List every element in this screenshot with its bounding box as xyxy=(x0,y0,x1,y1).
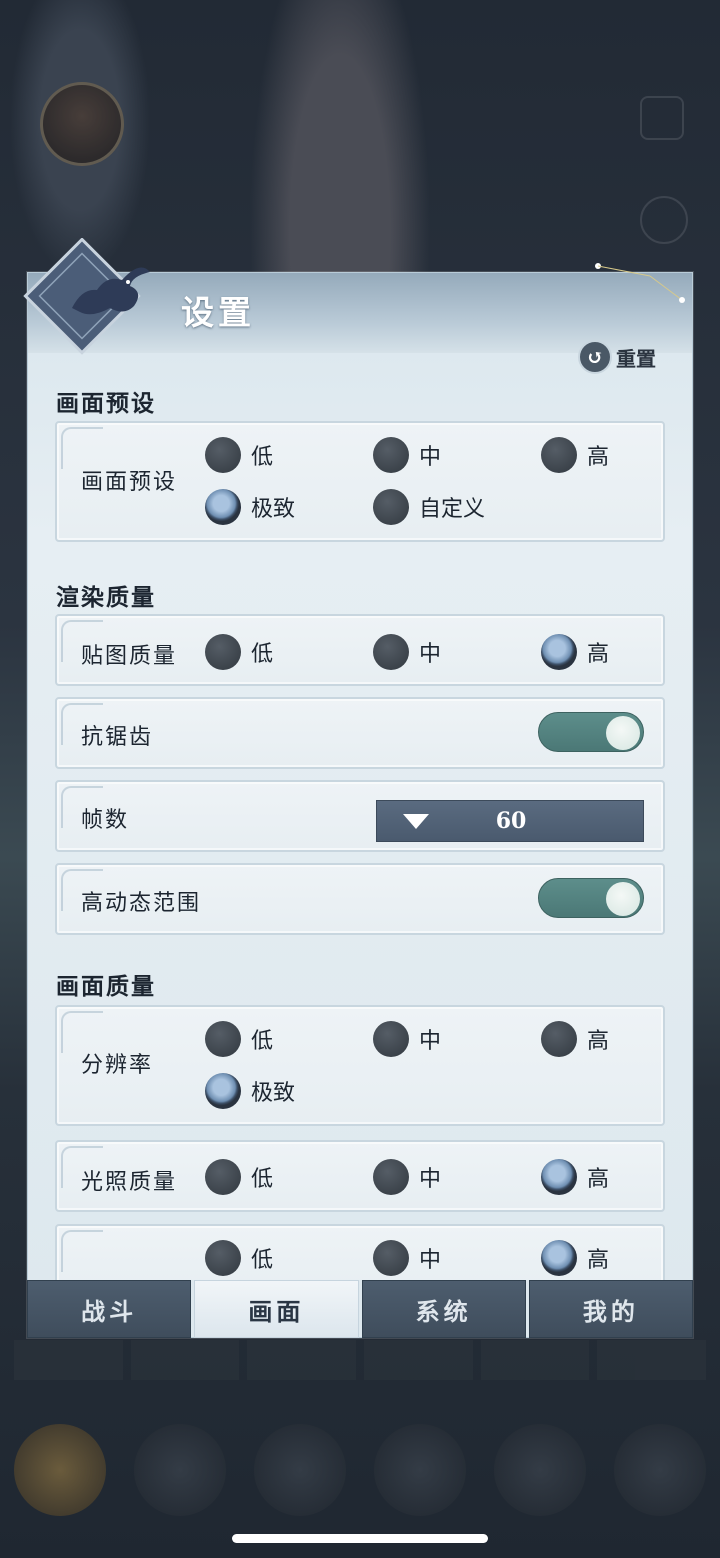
antialias-toggle[interactable] xyxy=(538,712,644,752)
preset-label: 画面预设 xyxy=(81,470,178,495)
antialias-label: 抗锯齿 xyxy=(81,725,154,750)
radio-selected-icon xyxy=(541,1240,577,1276)
radio-selected-icon xyxy=(541,634,577,670)
radio-icon xyxy=(373,489,409,525)
fps-label: 帧数 xyxy=(81,808,130,833)
background-nav xyxy=(0,1410,720,1530)
background-menu-icon xyxy=(640,96,684,140)
player-avatar xyxy=(40,82,124,166)
partial-option-medium[interactable]: 中 xyxy=(373,1240,441,1276)
home-indicator[interactable] xyxy=(232,1534,488,1543)
radio-icon xyxy=(373,1240,409,1276)
radio-icon xyxy=(373,634,409,670)
resolution-label: 分辨率 xyxy=(81,1053,154,1078)
preset-option-custom[interactable]: 自定义 xyxy=(373,489,485,525)
preset-option-medium[interactable]: 中 xyxy=(373,437,441,473)
texture-option-low[interactable]: 低 xyxy=(205,634,273,670)
partial-option-high[interactable]: 高 xyxy=(541,1240,609,1276)
hdr-label: 高动态范围 xyxy=(81,891,202,916)
radio-icon xyxy=(541,437,577,473)
toggle-knob xyxy=(606,716,640,750)
section-title-render: 渲染质量 xyxy=(56,584,156,611)
partial-option-low[interactable]: 低 xyxy=(205,1240,273,1276)
fps-value: 60 xyxy=(495,808,527,834)
radio-icon xyxy=(205,437,241,473)
settings-tabs: 战斗 画面 系统 我的 xyxy=(27,1280,693,1338)
lighting-option-high[interactable]: 高 xyxy=(541,1159,609,1195)
section-title-quality: 画面质量 xyxy=(56,973,156,1000)
lighting-label: 光照质量 xyxy=(81,1170,178,1195)
preset-option-ultra[interactable]: 极致 xyxy=(205,489,295,525)
texture-option-high[interactable]: 高 xyxy=(541,634,609,670)
texture-label: 贴图质量 xyxy=(81,644,178,669)
radio-selected-icon xyxy=(541,1159,577,1195)
texture-option-medium[interactable]: 中 xyxy=(373,634,441,670)
radio-icon xyxy=(373,1159,409,1195)
radio-selected-icon xyxy=(205,489,241,525)
tab-combat[interactable]: 战斗 xyxy=(27,1280,192,1338)
resolution-option-medium[interactable]: 中 xyxy=(373,1021,441,1057)
radio-icon xyxy=(205,634,241,670)
background-slots xyxy=(14,1340,707,1380)
preset-option-high[interactable]: 高 xyxy=(541,437,609,473)
radio-icon xyxy=(373,437,409,473)
tab-graphics[interactable]: 画面 xyxy=(194,1280,359,1338)
tab-system[interactable]: 系统 xyxy=(361,1280,526,1338)
preset-option-low[interactable]: 低 xyxy=(205,437,273,473)
settings-scroll-area[interactable]: 画面预设 画面预设 低 中 高 极致 自定义 渲染质量 贴图质量 低 中 高 抗… xyxy=(27,272,693,1280)
radio-icon xyxy=(541,1021,577,1057)
section-title-preset: 画面预设 xyxy=(56,390,156,417)
radio-selected-icon xyxy=(205,1073,241,1109)
radio-icon xyxy=(205,1240,241,1276)
radio-icon xyxy=(205,1021,241,1057)
radio-icon xyxy=(205,1159,241,1195)
lighting-option-medium[interactable]: 中 xyxy=(373,1159,441,1195)
resolution-option-ultra[interactable]: 极致 xyxy=(205,1073,295,1109)
resolution-option-low[interactable]: 低 xyxy=(205,1021,273,1057)
lighting-option-low[interactable]: 低 xyxy=(205,1159,273,1195)
resolution-option-high[interactable]: 高 xyxy=(541,1021,609,1057)
tab-mine[interactable]: 我的 xyxy=(528,1280,693,1338)
radio-icon xyxy=(373,1021,409,1057)
background-gear-icon xyxy=(640,196,688,244)
hdr-toggle[interactable] xyxy=(538,878,644,918)
toggle-knob xyxy=(606,882,640,916)
fps-dropdown[interactable]: 60 xyxy=(376,800,644,842)
